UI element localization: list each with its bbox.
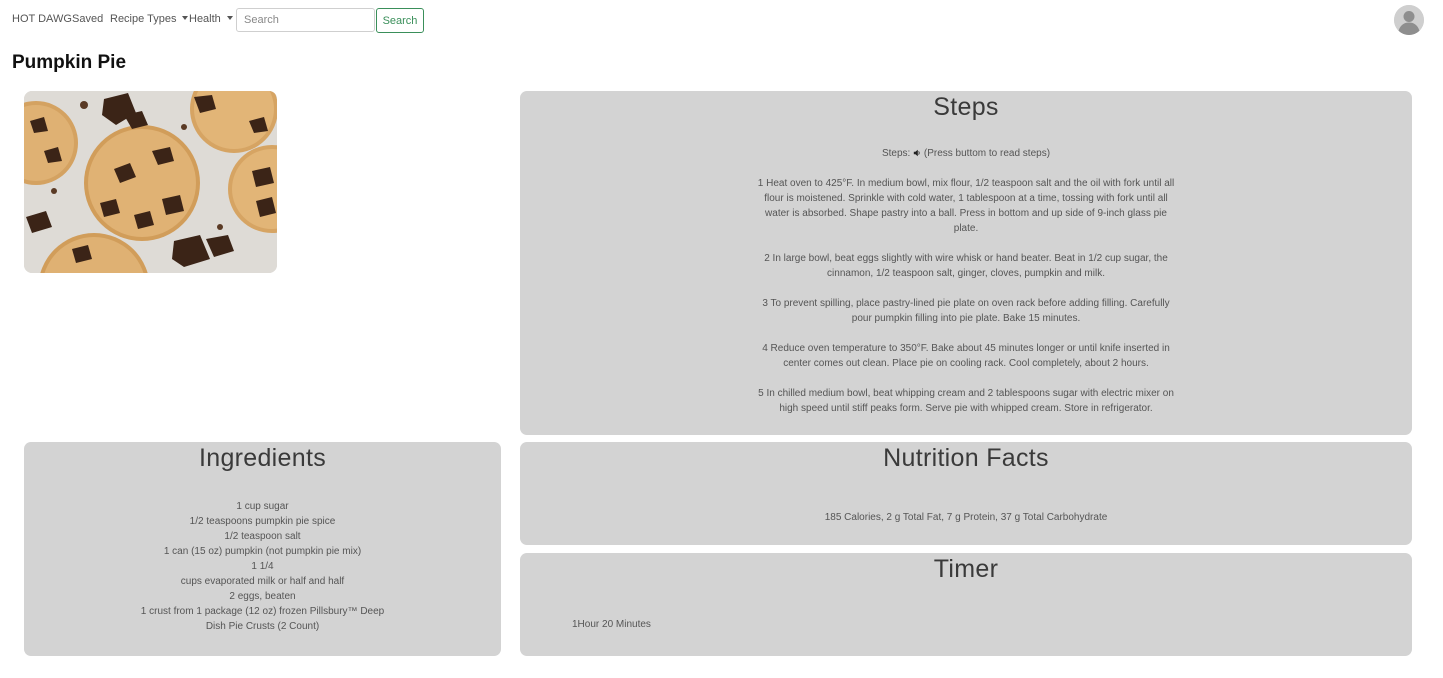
health-label: Health bbox=[189, 13, 221, 25]
health-dropdown[interactable]: Health bbox=[189, 13, 233, 25]
navbar: HOT DAWG Saved Recipe Types Health Searc… bbox=[0, 0, 1443, 42]
speaker-icon[interactable] bbox=[913, 149, 921, 157]
step-item: 5 In chilled medium bowl, beat whipping … bbox=[758, 388, 1174, 414]
ingredient-item: 1 1/4 bbox=[251, 561, 274, 572]
recipe-types-dropdown[interactable]: Recipe Types bbox=[110, 13, 189, 25]
step-item: 3 To prevent spilling, place pastry-line… bbox=[762, 298, 1170, 324]
ingredients-card: Ingredients 1 cup sugar 1/2 teaspoons pu… bbox=[24, 442, 501, 656]
recipe-image bbox=[24, 91, 277, 273]
nutrition-text: 185 Calories, 2 g Total Fat, 7 g Protein… bbox=[824, 512, 1108, 523]
steps-label-suffix: (Press buttom to read steps) bbox=[923, 148, 1051, 159]
steps-title: Steps bbox=[933, 93, 999, 121]
timer-text: 1Hour 20 Minutes bbox=[572, 619, 651, 630]
brand-link[interactable]: HOT DAWG bbox=[12, 13, 72, 25]
steps-card: Steps Steps: (Press buttom to read steps… bbox=[520, 91, 1412, 435]
chevron-down-icon bbox=[182, 16, 189, 20]
user-avatar-icon[interactable] bbox=[1394, 5, 1424, 35]
ingredient-item: 1 can (15 oz) pumpkin (not pumpkin pie m… bbox=[163, 546, 362, 557]
search-button[interactable]: Search bbox=[376, 8, 424, 33]
step-item: 2 In large bowl, beat eggs slightly with… bbox=[764, 253, 1168, 279]
page-title: Pumpkin Pie bbox=[12, 52, 127, 73]
steps-label-prefix: Steps: bbox=[881, 148, 911, 159]
search-input[interactable] bbox=[236, 8, 375, 32]
ingredient-item: 1 crust from 1 package (12 oz) frozen Pi… bbox=[140, 606, 385, 632]
timer-card: Timer 1Hour 20 Minutes bbox=[520, 553, 1412, 656]
recipe-types-label: Recipe Types bbox=[110, 13, 177, 25]
chevron-down-icon bbox=[226, 16, 233, 20]
ingredients-list: 1 cup sugar 1/2 teaspoons pumpkin pie sp… bbox=[24, 499, 501, 634]
ingredient-item: 1 cup sugar bbox=[236, 501, 289, 512]
nutrition-card: Nutrition Facts 185 Calories, 2 g Total … bbox=[520, 442, 1412, 545]
step-item: 4 Reduce oven temperature to 350°F. Bake… bbox=[762, 343, 1170, 369]
nutrition-title: Nutrition Facts bbox=[883, 444, 1049, 472]
timer-title: Timer bbox=[933, 555, 999, 583]
ingredients-title: Ingredients bbox=[199, 444, 326, 472]
saved-link[interactable]: Saved bbox=[72, 13, 103, 25]
ingredient-item: 2 eggs, beaten bbox=[229, 591, 296, 602]
steps-label: Steps: (Press buttom to read steps) bbox=[520, 146, 1412, 161]
ingredient-item: 1/2 teaspoons pumpkin pie spice bbox=[189, 516, 336, 527]
step-item: 1 Heat oven to 425°F. In medium bowl, mi… bbox=[757, 178, 1175, 234]
ingredient-item: cups evaporated milk or half and half bbox=[180, 576, 345, 587]
ingredient-item: 1/2 teaspoon salt bbox=[224, 531, 301, 542]
